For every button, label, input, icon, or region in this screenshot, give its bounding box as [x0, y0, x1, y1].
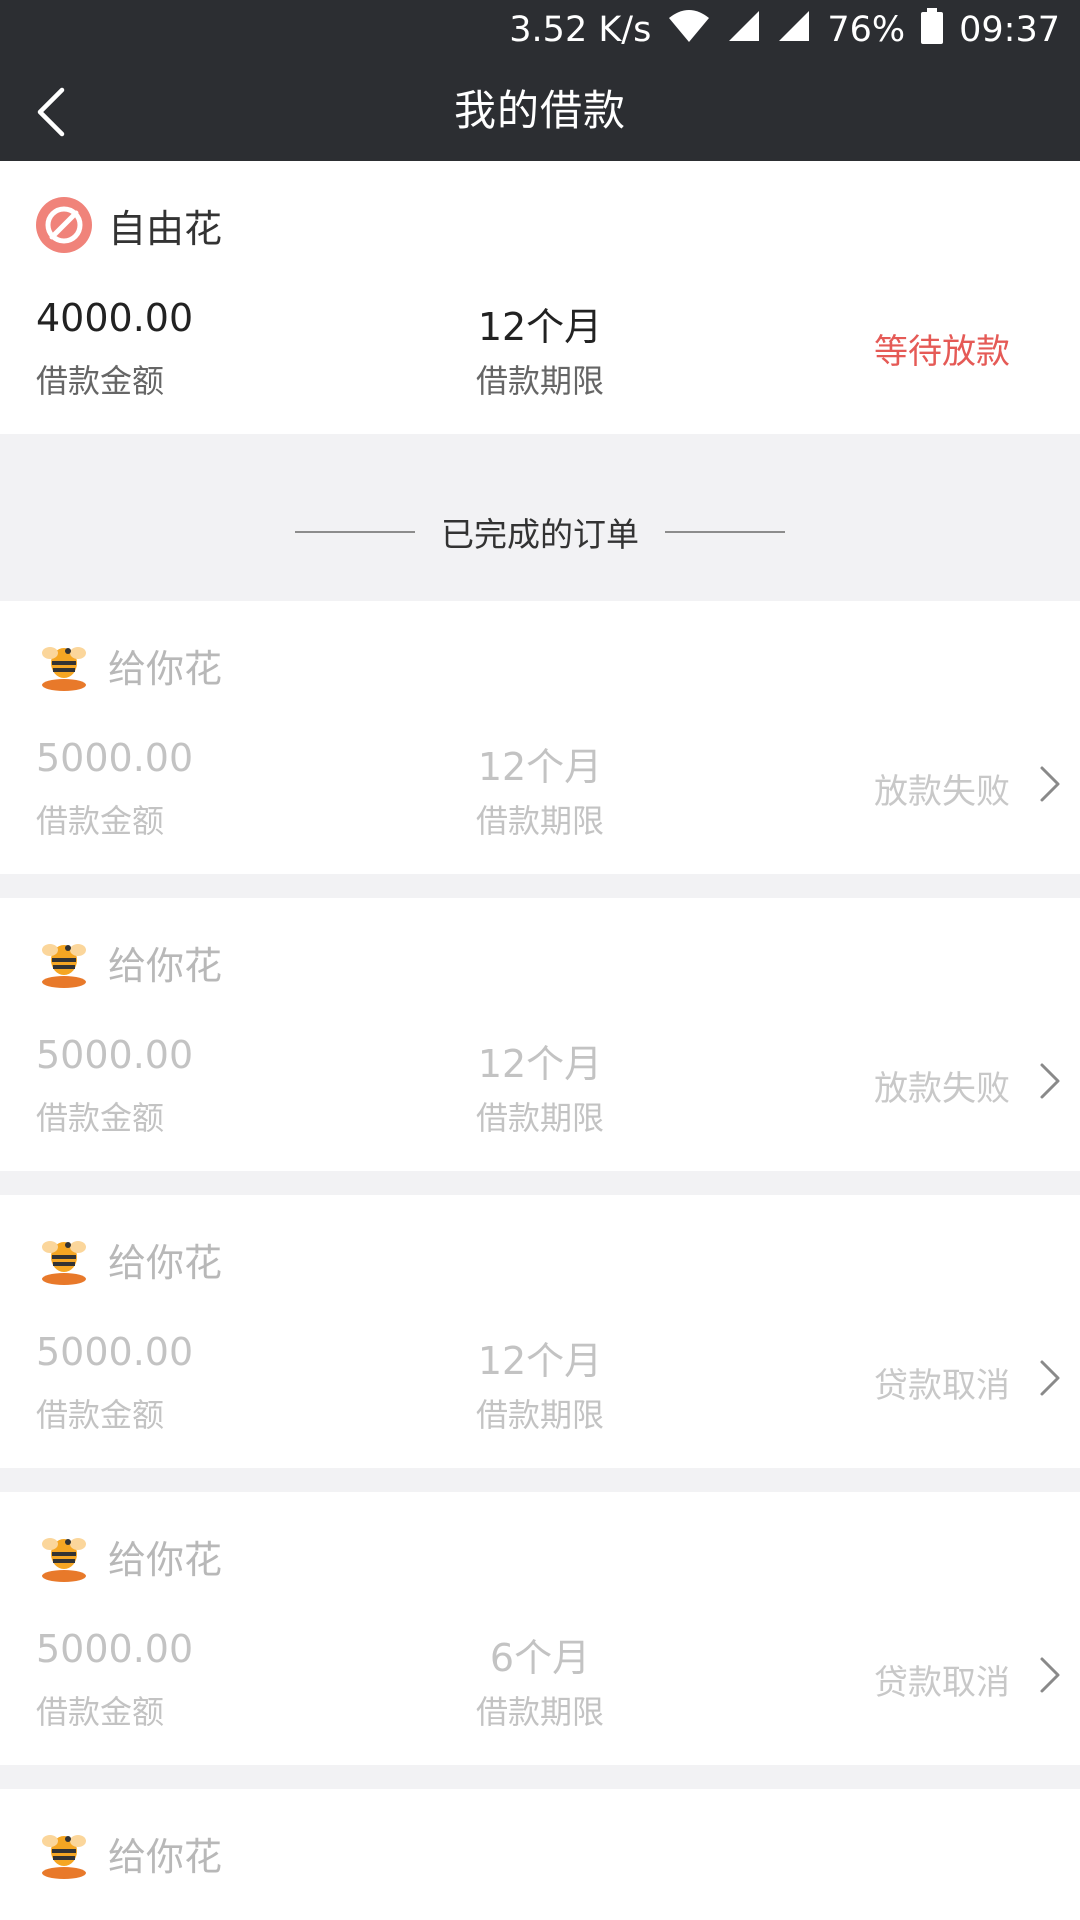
order-brand: 给你花 [36, 1527, 222, 1585]
loan-term: 12个月 [477, 305, 603, 349]
loan-amount-label: 借款金额 [36, 362, 165, 400]
bee-logo-icon [42, 944, 86, 988]
brand-name: 给你花 [108, 646, 223, 691]
order-card[interactable]: 给你花 5000.00 借款金额 12个月 借款期限 放款失败 [0, 601, 1080, 874]
wifi-icon [667, 8, 711, 53]
order-brand: 给你花 [36, 1230, 222, 1288]
battery-icon [921, 7, 944, 53]
order-status: 放款失败 [874, 772, 1010, 812]
order-term: 6个月 [489, 1636, 591, 1680]
order-brand: 给你花 [36, 933, 222, 991]
order-amount-label: 借款金额 [36, 1693, 165, 1731]
order-term: 12个月 [477, 745, 603, 789]
order-card[interactable]: 给你花 [0, 1789, 1080, 1920]
order-card[interactable]: 给你花 5000.00 借款金额 12个月 借款期限 放款失败 [0, 898, 1080, 1171]
bee-logo-icon [42, 647, 86, 691]
divider-line [295, 531, 415, 533]
order-term-label: 借款期限 [475, 802, 604, 840]
order-brand: 给你花 [36, 1824, 222, 1882]
brand-name: 自由花 [108, 206, 223, 251]
battery-percent: 76% [827, 10, 906, 50]
order-amount-label: 借款金额 [36, 802, 165, 840]
order-amount: 5000.00 [36, 1330, 194, 1374]
brand-name: 给你花 [108, 1834, 223, 1879]
loan-brand: 自由花 [36, 196, 222, 254]
page-title: 我的借款 [453, 86, 626, 135]
order-status: 贷款取消 [874, 1663, 1010, 1703]
status-bar-right: 3.52 K/s 76% 09:37 [509, 7, 1060, 53]
order-status: 放款失败 [874, 1069, 1010, 1109]
order-term: 12个月 [477, 1042, 603, 1086]
order-card[interactable]: 给你花 5000.00 借款金额 6个月 借款期限 贷款取消 [0, 1492, 1080, 1765]
loan-status: 等待放款 [874, 332, 1010, 372]
bee-logo-icon [42, 1835, 86, 1879]
chevron-right-icon [1040, 1657, 1060, 1693]
order-status: 贷款取消 [874, 1366, 1010, 1406]
brand-name: 给你花 [108, 943, 223, 988]
section-title: 已完成的订单 [441, 515, 639, 554]
order-term-label: 借款期限 [475, 1396, 604, 1434]
loan-term-label: 借款期限 [475, 362, 604, 400]
chevron-right-icon [1040, 1063, 1060, 1099]
chevron-right-icon [1040, 1360, 1060, 1396]
order-amount-label: 借款金额 [36, 1099, 165, 1137]
brand-name: 给你花 [108, 1240, 223, 1285]
order-amount: 5000.00 [36, 1033, 194, 1077]
divider-line [665, 531, 785, 533]
ziyouhua-logo-icon [36, 197, 92, 253]
brand-name: 给你花 [108, 1537, 223, 1582]
order-amount: 5000.00 [36, 736, 194, 780]
order-card[interactable]: 给你花 5000.00 借款金额 12个月 借款期限 贷款取消 [0, 1195, 1080, 1468]
order-term-label: 借款期限 [475, 1099, 604, 1137]
clock: 09:37 [959, 10, 1060, 50]
signal-icon [727, 9, 761, 52]
status-bar: 3.52 K/s 76% 09:37 [0, 0, 1080, 60]
order-amount-label: 借款金额 [36, 1396, 165, 1434]
loan-amount: 4000.00 [36, 296, 194, 340]
completed-orders-heading: 已完成的订单 [0, 437, 1080, 627]
app-header: 我的借款 [0, 60, 1080, 161]
bee-logo-icon [42, 1538, 86, 1582]
order-amount: 5000.00 [36, 1627, 194, 1671]
order-term: 12个月 [477, 1339, 603, 1383]
signal-icon [777, 9, 811, 52]
chevron-right-icon [1040, 766, 1060, 802]
order-term-label: 借款期限 [475, 1693, 604, 1731]
order-brand: 给你花 [36, 636, 222, 694]
bee-logo-icon [42, 1241, 86, 1285]
active-loan-card: 自由花 4000.00 借款金额 12个月 借款期限 等待放款 [0, 161, 1080, 434]
network-speed: 3.52 K/s [509, 10, 652, 50]
